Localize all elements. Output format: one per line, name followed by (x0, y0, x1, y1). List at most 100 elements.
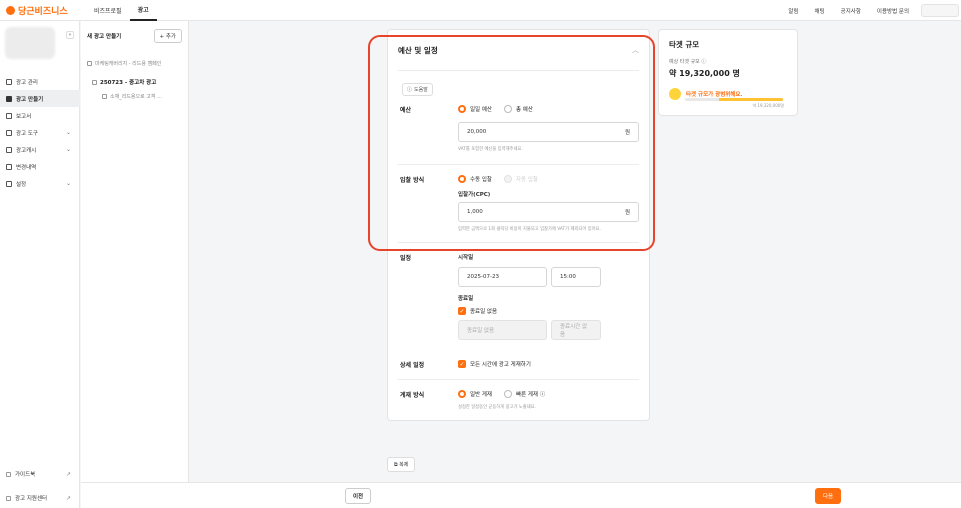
daily-budget-radio[interactable]: 일일 예산 (458, 105, 492, 113)
bottom-bar: 이전 다음 (81, 482, 961, 508)
currency-unit: 원 (624, 130, 630, 136)
tree-group-label: 250723 - 중고차 광고 (100, 80, 157, 86)
start-time-value: 15:00 (560, 274, 576, 280)
auto-bid-radio[interactable]: 자동 입찰 (504, 175, 538, 183)
radio-label: 일일 예산 (470, 107, 492, 113)
total-budget-radio[interactable]: 총 예산 (504, 105, 533, 113)
sidebar-item-ad-cash[interactable]: 광고캐시 ⌄ (0, 141, 80, 158)
sidebar-item-settings[interactable]: 설정 ⌄ (0, 175, 80, 192)
radio-dot (504, 105, 512, 113)
tree-campaign-label: 마케팅캐버리지 - 리드용 캠페인 (95, 61, 162, 67)
budget-row: 예산 일일 예산 총 예산 20,000 원 VAT를 포함한 예산을 입력해주… (388, 105, 649, 152)
divider (398, 379, 639, 380)
target-size-card: 타겟 규모 예상 타겟 규모 ⓘ 약 19,320,000 명 타겟 규모가 광… (658, 29, 798, 116)
help-link[interactable]: 이용방법 문의 (869, 7, 917, 15)
create-icon (6, 95, 12, 102)
help-icon: ⓘ (407, 87, 413, 93)
cash-icon (6, 146, 12, 153)
tree-header: 새 광고 만들기 + 추가 (81, 21, 188, 51)
manual-bid-radio[interactable]: 수동 입찰 (458, 175, 492, 183)
help-label: 도움말 (414, 87, 428, 93)
logo-text: 당근비즈니스 (18, 6, 68, 17)
group-icon (92, 79, 97, 85)
target-gauge (685, 98, 783, 101)
support-icon (6, 495, 11, 501)
chat-link[interactable]: 채팅 (807, 7, 833, 15)
start-date-input[interactable]: 2025-07-23 (458, 267, 547, 287)
start-time-input[interactable]: 15:00 (551, 267, 601, 287)
top-right-menu: 알림 채팅 공지사항 이용방법 문의 (780, 0, 961, 21)
top-nav: 비즈프로필 광고 (86, 0, 157, 21)
sidebar-guidebook-link[interactable]: 가이드북 ↗ (0, 466, 80, 482)
cpc-input[interactable]: 1,000 원 (458, 202, 639, 222)
account-avatar[interactable] (5, 27, 55, 59)
tree-campaign[interactable]: 마케팅캐버리지 - 리드용 캠페인 (81, 57, 188, 70)
schedule-row: 일정 시작일 2025-07-23 15:00 종료일 ✓ 종료일 없음 종료일… (388, 253, 649, 340)
sidebar-item-create-ad[interactable]: 광고 만들기 (0, 90, 80, 107)
notifications-link[interactable]: 알림 (780, 7, 806, 15)
add-button[interactable]: + 추가 (153, 29, 182, 43)
emoji-face-icon (669, 88, 681, 100)
start-date-value: 2025-07-23 (467, 274, 499, 280)
divider (398, 164, 639, 165)
sidebar-item-label: 가이드북 (15, 472, 36, 478)
end-date-placeholder: 종료일 없음 (467, 328, 495, 334)
gauge-label: 약 19,320,000명 (752, 103, 784, 108)
end-date-input[interactable]: 종료일 없음 (458, 320, 547, 340)
sidebar-item-ad-management[interactable]: 광고 관리 (0, 73, 80, 90)
end-date-label: 종료일 (458, 296, 474, 302)
guide-icon (6, 471, 11, 477)
sidebar-item-report[interactable]: 보고서 (0, 107, 80, 124)
accelerated-delivery-radio[interactable]: 빠른 게재 ⓘ (504, 390, 545, 398)
delivery-radio-group: 일반 게재 빠른 게재 ⓘ (458, 390, 639, 398)
notice-link[interactable]: 공지사항 (833, 7, 869, 15)
card-header[interactable]: 예산 및 일정 ︿ (388, 30, 649, 70)
bid-label: 입찰 방식 (400, 177, 425, 184)
radio-dot (504, 175, 512, 183)
external-link-icon: ↗ (65, 470, 71, 478)
radio-label: 수동 입찰 (470, 177, 492, 183)
sidebar-item-label: 광고캐시 (16, 147, 37, 154)
chevron-up-icon[interactable]: ︿ (632, 45, 639, 55)
help-button[interactable]: ⓘ 도움말 (402, 83, 433, 96)
prev-button[interactable]: 이전 (345, 488, 371, 504)
target-title: 타겟 규모 (669, 40, 700, 49)
no-end-date-checkbox[interactable]: ✓ 종료일 없음 (458, 307, 639, 315)
top-bar: 당근비즈니스 비즈프로필 광고 알림 채팅 공지사항 이용방법 문의 (0, 0, 961, 21)
tab-ads[interactable]: 광고 (129, 0, 157, 21)
copy-button[interactable]: ⧉ 복제 (387, 457, 416, 472)
all-time-checkbox[interactable]: ✓ 모든 시간에 광고 게재하기 (458, 360, 639, 368)
history-icon (6, 163, 12, 170)
chevron-down-icon: ⌄ (65, 146, 71, 153)
radio-label: 자동 입찰 (516, 177, 538, 183)
target-message: 타겟 규모가 광범위해요. (686, 92, 743, 98)
radio-dot (504, 390, 512, 398)
sidebar-item-history[interactable]: 변경내역 (0, 158, 80, 175)
sidebar-menu: 광고 관리 광고 만들기 보고서 광고 도구 ⌄ 광고캐시 ⌄ 변경내역 설정 … (0, 73, 80, 192)
checkmark-icon: ✓ (458, 360, 466, 368)
detail-schedule-label: 상세 일정 (400, 362, 425, 369)
sidebar-item-label: 변경내역 (16, 164, 37, 171)
next-button[interactable]: 다음 (815, 488, 841, 504)
report-icon (6, 112, 12, 119)
sidebar-support-link[interactable]: 광고 지원센터 ↗ (0, 490, 80, 506)
end-time-input[interactable]: 종료시간 없음 (551, 320, 601, 340)
delivery-hint: 설정한 일정동안 균등하게 광고가 노출돼요. (458, 405, 536, 410)
tree-material[interactable]: 소재_리드용으로 고객 ... (81, 90, 188, 103)
radio-label: 총 예산 (516, 107, 533, 113)
sidebar-item-ad-tools[interactable]: 광고 도구 ⌄ (0, 124, 80, 141)
sidebar-item-label: 광고 도구 (16, 130, 38, 137)
delivery-row: 게재 방식 일반 게재 빠른 게재 ⓘ 설정한 일정동안 균등하게 광고가 노출… (388, 390, 649, 420)
collapse-sidebar-button[interactable]: « (66, 31, 74, 39)
divider (398, 70, 639, 71)
account-menu[interactable] (921, 4, 959, 17)
tab-bizprofile[interactable]: 비즈프로필 (86, 0, 130, 21)
delivery-label: 게재 방식 (400, 392, 425, 399)
budget-input[interactable]: 20,000 원 (458, 122, 639, 142)
currency-unit: 원 (624, 210, 630, 216)
logo[interactable]: 당근비즈니스 (0, 4, 86, 17)
budget-value: 20,000 (467, 129, 487, 135)
standard-delivery-radio[interactable]: 일반 게재 (458, 390, 492, 398)
tree-ad-group[interactable]: 250723 - 중고차 광고 (81, 74, 188, 90)
radio-label: 일반 게재 (470, 392, 492, 398)
